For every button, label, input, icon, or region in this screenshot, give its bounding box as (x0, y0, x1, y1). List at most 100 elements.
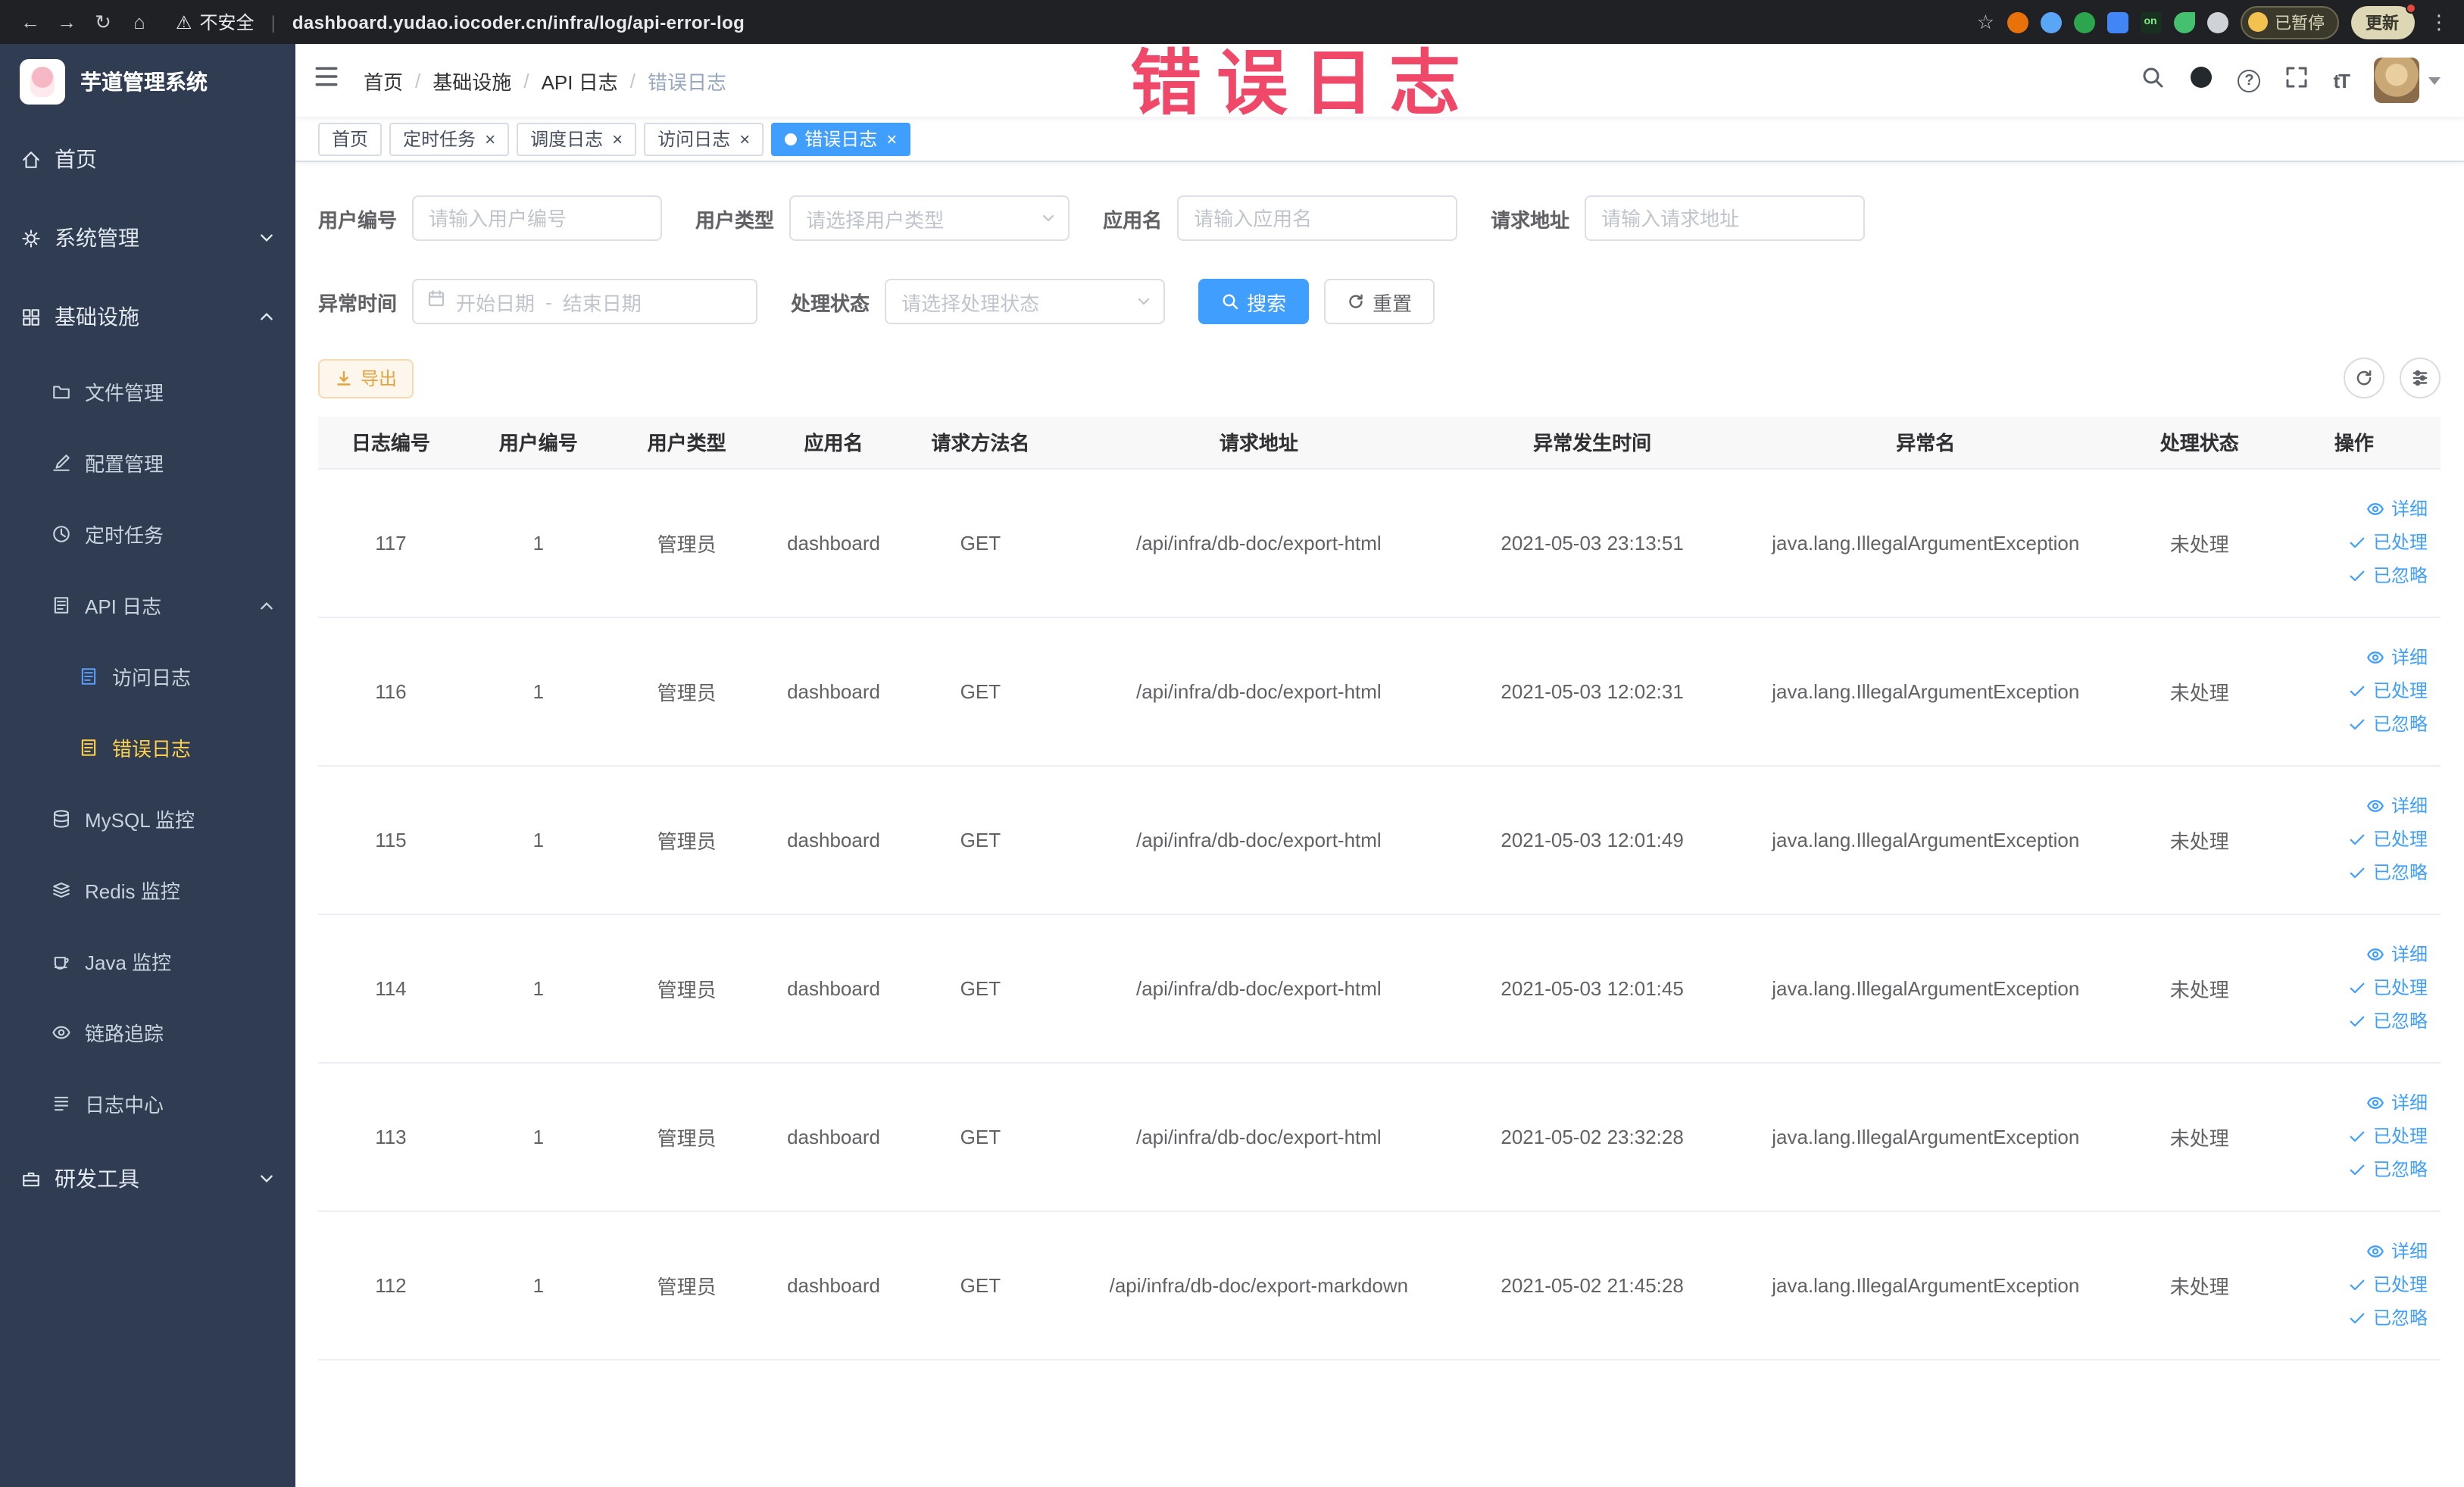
bookmark-star-icon[interactable]: ☆ (1977, 10, 1994, 34)
extension-icon[interactable] (2073, 11, 2094, 33)
tab-scheduled-tasks[interactable]: 定时任务 × (389, 122, 510, 155)
detail-link[interactable]: 详细 (2275, 641, 2428, 674)
reload-icon[interactable]: ↻ (88, 7, 118, 37)
sidebar-item-log-center[interactable]: 日志中心 (0, 1068, 295, 1139)
action-label: 已处理 (2372, 1274, 2428, 1295)
fullscreen-icon[interactable] (2284, 64, 2309, 96)
cell-user-id: 1 (463, 1211, 614, 1360)
close-icon[interactable]: × (739, 130, 750, 148)
forward-icon[interactable]: → (52, 7, 82, 37)
extension-icon[interactable] (2006, 11, 2028, 33)
processed-link[interactable]: 已处理 (2275, 526, 2428, 559)
extension-icon[interactable] (2040, 11, 2061, 33)
chevron-down-icon (2428, 77, 2440, 84)
breadcrumb-item[interactable]: 基础设施 (433, 66, 511, 95)
breadcrumb-item[interactable]: 首页 (364, 66, 403, 95)
browser-update-button[interactable]: 更新 (2350, 2, 2416, 39)
extension-icon[interactable] (2106, 11, 2128, 33)
home-icon[interactable]: ⌂ (124, 7, 155, 37)
user-type-select[interactable]: 请选择用户类型 (789, 195, 1070, 241)
action-label: 详细 (2391, 944, 2428, 965)
browser-window: ← → ↻ ⌂ ⚠ 不安全 | dashboard.yudao.iocoder.… (0, 0, 2464, 1487)
ignored-link[interactable]: 已忽略 (2275, 1004, 2428, 1038)
tab-home[interactable]: 首页 (318, 122, 383, 155)
sidebar-item-config-mgmt[interactable]: 配置管理 (0, 427, 295, 498)
date-range-picker[interactable]: 开始日期 - 结束日期 (412, 279, 758, 324)
ignored-link[interactable]: 已忽略 (2275, 708, 2428, 741)
extension-on-badge-icon[interactable]: on (2140, 11, 2161, 33)
cell-user-id: 1 (463, 468, 614, 617)
col-log-id: 日志编号 (318, 417, 464, 469)
tab-error-log[interactable]: 错误日志 × (771, 122, 911, 155)
extension-paw-icon[interactable] (2206, 11, 2228, 33)
cell-exception-name: java.lang.IllegalArgumentException (1720, 765, 2131, 914)
omnibox-separator: | (270, 11, 276, 33)
cell-request-url: /api/infra/db-doc/export-html (1054, 765, 1464, 914)
reset-button[interactable]: 重置 (1324, 279, 1435, 324)
sidebar-item-api-log[interactable]: API 日志 (0, 570, 295, 641)
processed-link[interactable]: 已处理 (2275, 1268, 2428, 1301)
app-name-input[interactable] (1177, 195, 1458, 241)
ignored-link[interactable]: 已忽略 (2275, 1153, 2428, 1186)
process-status-select[interactable]: 请选择处理状态 (885, 279, 1166, 324)
help-icon[interactable]: ? (2238, 69, 2261, 92)
close-icon[interactable]: × (612, 130, 623, 148)
sidebar-item-system[interactable]: 系统管理 (0, 198, 295, 277)
ignored-link[interactable]: 已忽略 (2275, 559, 2428, 592)
tab-access-log[interactable]: 访问日志 × (644, 122, 764, 155)
user-menu[interactable] (2373, 58, 2440, 103)
site-security[interactable]: ⚠ 不安全 (176, 9, 255, 35)
back-icon[interactable]: ← (15, 7, 45, 37)
cell-exception-time: 2021-05-03 12:01:49 (1463, 765, 1721, 914)
paused-extension-badge[interactable]: 已暂停 (2240, 5, 2338, 39)
ignored-link[interactable]: 已忽略 (2275, 1301, 2428, 1335)
github-icon[interactable] (2189, 64, 2213, 96)
search-icon[interactable] (2141, 64, 2165, 96)
menu-label: MySQL 监控 (85, 809, 195, 832)
action-label: 详细 (2391, 795, 2428, 817)
sidebar-item-redis-monitor[interactable]: Redis 监控 (0, 854, 295, 926)
sidebar-item-tracing[interactable]: 链路追踪 (0, 997, 295, 1068)
extension-leaf-icon[interactable] (2173, 11, 2194, 33)
address-bar[interactable]: dashboard.yudao.iocoder.cn/infra/log/api… (292, 11, 745, 33)
processed-link[interactable]: 已处理 (2275, 823, 2428, 856)
processed-link[interactable]: 已处理 (2275, 971, 2428, 1004)
tab-dispatch-log[interactable]: 调度日志 × (517, 122, 637, 155)
request-url-input[interactable] (1585, 195, 1866, 241)
hamburger-icon[interactable] (314, 64, 339, 97)
tab-label: 首页 (332, 129, 369, 150)
sidebar-item-error-log[interactable]: 错误日志 (0, 712, 295, 783)
refresh-button[interactable] (2343, 358, 2384, 398)
ignored-link[interactable]: 已忽略 (2275, 856, 2428, 889)
tab-label: 访问日志 (657, 129, 731, 150)
browser-menu-icon[interactable]: ⋮ (2429, 10, 2449, 34)
detail-link[interactable]: 详细 (2275, 1086, 2428, 1120)
processed-link[interactable]: 已处理 (2275, 674, 2428, 708)
search-button[interactable]: 搜索 (1198, 279, 1310, 324)
detail-link[interactable]: 详细 (2275, 492, 2428, 526)
sidebar-item-java-monitor[interactable]: Java 监控 (0, 926, 295, 997)
logo-image (20, 59, 65, 105)
user-id-input[interactable] (412, 195, 663, 241)
column-settings-button[interactable] (2399, 358, 2440, 398)
menu-label: 错误日志 (112, 738, 192, 761)
sidebar-item-access-log[interactable]: 访问日志 (0, 641, 295, 712)
sidebar-item-home[interactable]: 首页 (0, 120, 295, 198)
export-button[interactable]: 导出 (318, 358, 414, 398)
sidebar-item-mysql-monitor[interactable]: MySQL 监控 (0, 783, 295, 854)
close-icon[interactable]: × (485, 130, 495, 148)
detail-link[interactable]: 详细 (2275, 938, 2428, 971)
breadcrumb-item[interactable]: API 日志 (542, 66, 618, 95)
font-size-icon[interactable]: tT (2333, 69, 2350, 92)
sidebar-item-file-mgmt[interactable]: 文件管理 (0, 356, 295, 427)
cell-app-name: dashboard (760, 1211, 907, 1360)
detail-link[interactable]: 详细 (2275, 789, 2428, 823)
processed-link[interactable]: 已处理 (2275, 1120, 2428, 1153)
app-logo[interactable]: 芋道管理系统 (0, 44, 295, 120)
sidebar-item-dev-tools[interactable]: 研发工具 (0, 1139, 295, 1218)
sidebar-item-infra[interactable]: 基础设施 (0, 277, 295, 356)
close-icon[interactable]: × (886, 130, 897, 148)
cell-method: GET (907, 1211, 1054, 1360)
detail-link[interactable]: 详细 (2275, 1235, 2428, 1268)
sidebar-item-scheduled-tasks[interactable]: 定时任务 (0, 498, 295, 570)
